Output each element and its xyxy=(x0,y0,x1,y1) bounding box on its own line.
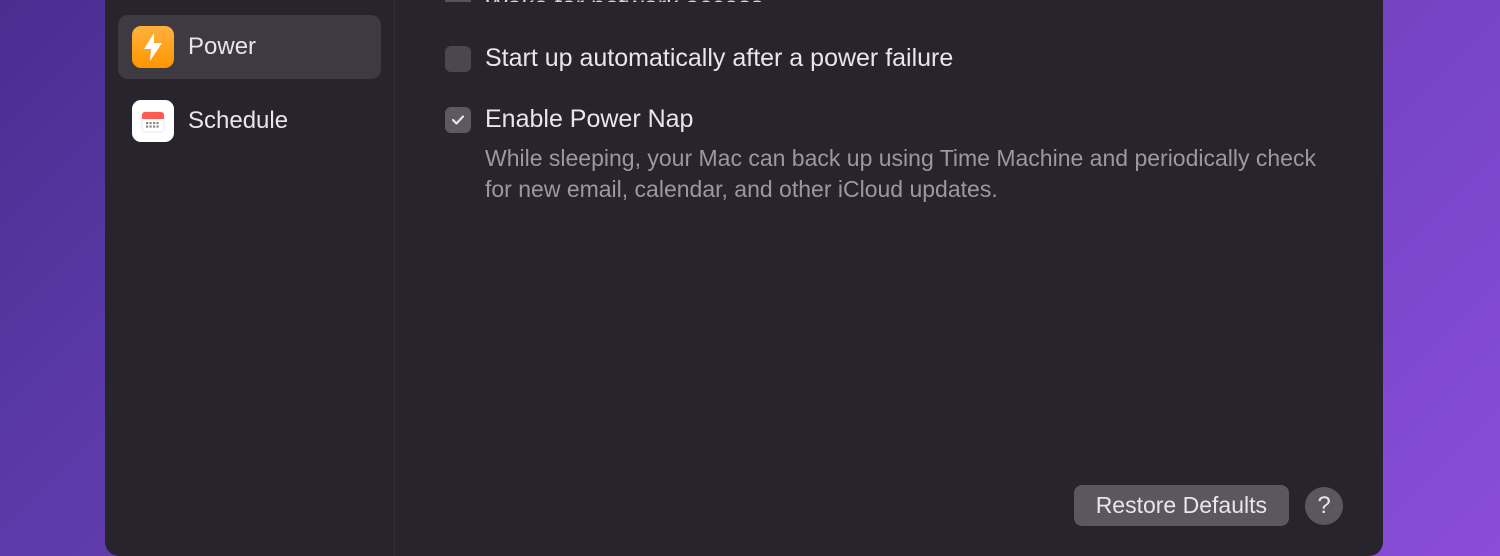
option-label: Wake for network access xyxy=(485,0,763,2)
option-wake-network: Wake for network access xyxy=(445,0,1343,2)
preferences-window: Power Schedule xyxy=(105,0,1383,556)
calendar-icon xyxy=(132,100,174,142)
restore-defaults-button[interactable]: Restore Defaults xyxy=(1074,485,1289,526)
help-button[interactable]: ? xyxy=(1305,487,1343,525)
bolt-icon xyxy=(132,26,174,68)
footer: Restore Defaults ? xyxy=(1074,485,1343,526)
power-nap-checkbox[interactable] xyxy=(445,107,471,133)
option-power-nap: Enable Power Nap While sleeping, your Ma… xyxy=(445,103,1343,206)
option-label: Start up automatically after a power fai… xyxy=(485,42,953,75)
option-label: Enable Power Nap xyxy=(485,103,1343,136)
auto-startup-checkbox[interactable] xyxy=(445,46,471,72)
wake-network-checkbox[interactable] xyxy=(445,0,471,2)
sidebar-item-power[interactable]: Power xyxy=(118,15,381,79)
sidebar-item-label: Schedule xyxy=(188,107,288,135)
option-auto-startup: Start up automatically after a power fai… xyxy=(445,42,1343,75)
sidebar-item-schedule[interactable]: Schedule xyxy=(118,89,381,153)
sidebar: Power Schedule xyxy=(105,0,395,556)
option-description: While sleeping, your Mac can back up usi… xyxy=(485,143,1343,205)
sidebar-item-label: Power xyxy=(188,33,256,61)
main-content: Wake for network access Start up automat… xyxy=(395,0,1383,556)
